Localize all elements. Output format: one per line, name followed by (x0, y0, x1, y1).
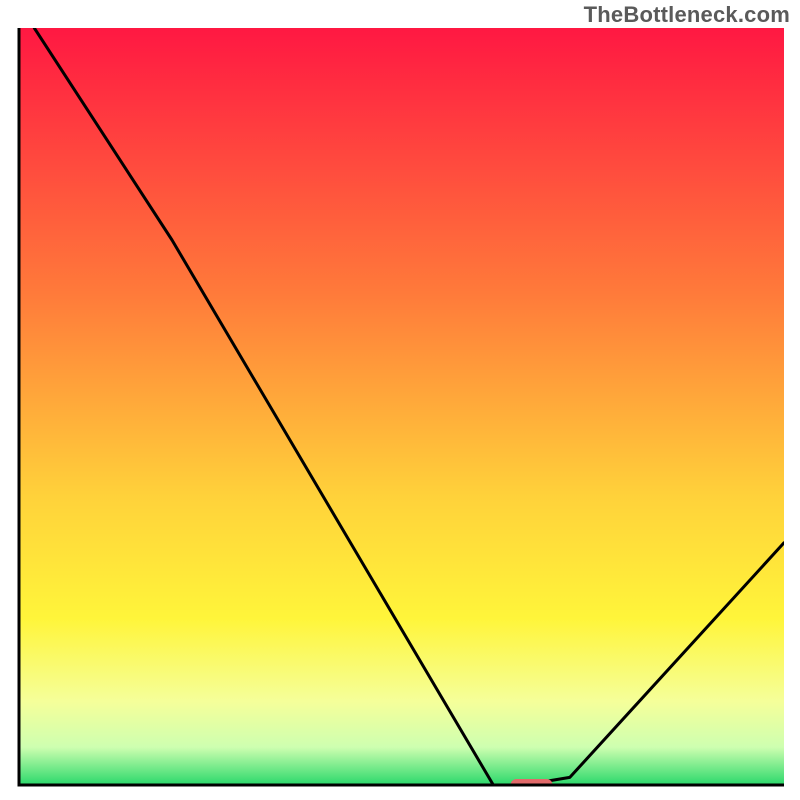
bottleneck-chart (0, 0, 800, 800)
gradient-background (19, 28, 784, 785)
